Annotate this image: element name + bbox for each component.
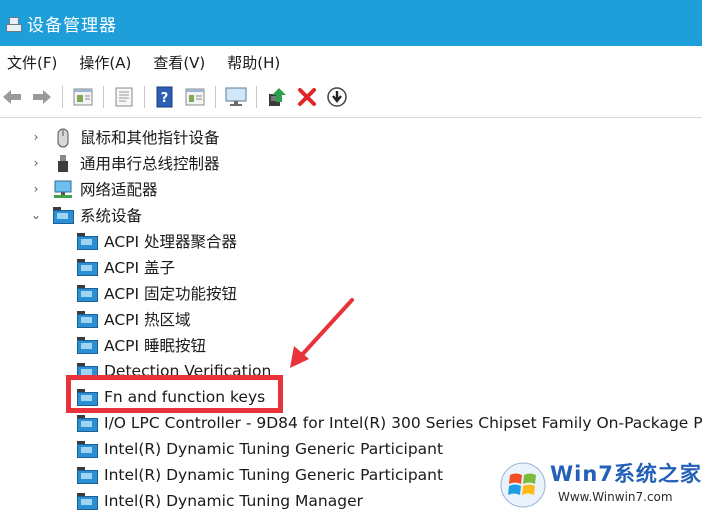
tree-item-label: Intel(R) Dynamic Tuning Generic Particip…	[104, 466, 444, 484]
uninstall-icon[interactable]	[295, 85, 319, 109]
watermark-url: Www.Winwin7.com	[558, 490, 673, 504]
menu-view[interactable]: 查看(V)	[146, 52, 212, 73]
menu-help[interactable]: 帮助(H)	[220, 52, 287, 73]
tree-category-system-devices[interactable]: ⌄ 系统设备	[30, 202, 142, 228]
tree-category-network[interactable]: › 网络适配器	[30, 176, 158, 202]
system-device-icon	[76, 258, 98, 276]
tree-item[interactable]: ACPI 睡眠按钮	[76, 332, 206, 358]
highlight-box	[66, 375, 283, 413]
system-device-icon	[76, 414, 98, 432]
menu-bar: 文件(F) 操作(A) 查看(V) 帮助(H)	[0, 46, 702, 78]
system-device-icon	[76, 492, 98, 510]
properties-icon[interactable]	[71, 85, 95, 109]
tree-category-label: 网络适配器	[80, 181, 158, 199]
toolbar-separator	[103, 86, 104, 108]
tree-item-label: Intel(R) Dynamic Tuning Generic Particip…	[104, 440, 444, 458]
network-adapter-icon	[52, 180, 74, 198]
toolbar-divider	[0, 117, 702, 118]
chevron-right-icon[interactable]: ›	[30, 130, 42, 144]
chevron-down-icon[interactable]: ⌄	[30, 208, 42, 222]
menu-file[interactable]: 文件(F)	[0, 52, 64, 73]
toolbar-separator	[144, 86, 145, 108]
tree-category-label: 通用串行总线控制器	[80, 155, 220, 173]
system-device-icon	[76, 284, 98, 302]
disable-icon[interactable]	[325, 85, 349, 109]
forward-icon[interactable]	[30, 85, 54, 109]
monitor-icon[interactable]	[224, 85, 248, 109]
tree-category-mouse[interactable]: › 鼠标和其他指针设备	[30, 124, 220, 150]
view-icon[interactable]	[183, 85, 207, 109]
tree-item-label: ACPI 睡眠按钮	[104, 337, 206, 355]
tree-item[interactable]: I/O LPC Controller - 9D84 for Intel(R) 3…	[76, 410, 702, 436]
windows-logo-icon	[500, 462, 546, 508]
tree-item[interactable]: Intel(R) Dynamic Tuning Generic Particip…	[76, 436, 443, 462]
usb-icon	[52, 154, 74, 172]
tree-item[interactable]: Intel(R) Dynamic Tuning Manager	[76, 488, 363, 514]
tree-item[interactable]: ACPI 盖子	[76, 254, 175, 280]
tree-category-label: 鼠标和其他指针设备	[80, 129, 220, 147]
system-device-icon	[52, 206, 74, 224]
svg-text:?: ?	[161, 91, 169, 106]
toolbar-separator	[215, 86, 216, 108]
menu-action[interactable]: 操作(A)	[72, 52, 138, 73]
tree-item-label: ACPI 处理器聚合器	[104, 233, 237, 251]
driver-icon[interactable]	[112, 85, 136, 109]
mouse-icon	[52, 128, 74, 148]
back-icon[interactable]	[0, 85, 24, 109]
tree-item-label: ACPI 热区域	[104, 311, 191, 329]
system-device-icon	[76, 466, 98, 484]
watermark-title: Win7系统之家	[550, 462, 702, 486]
tree-category-label: 系统设备	[80, 207, 143, 225]
system-device-icon	[76, 336, 98, 354]
chevron-right-icon[interactable]: ›	[30, 182, 42, 196]
tree-item[interactable]: ACPI 处理器聚合器	[76, 228, 237, 254]
tree-item[interactable]: ACPI 热区域	[76, 306, 191, 332]
system-device-icon	[76, 232, 98, 250]
update-driver-icon[interactable]	[265, 85, 289, 109]
title-bar: 设备管理器	[0, 0, 702, 46]
chevron-right-icon[interactable]: ›	[30, 156, 42, 170]
tree-item-label: I/O LPC Controller - 9D84 for Intel(R) 3…	[104, 414, 702, 432]
tree-item-label: ACPI 盖子	[104, 259, 175, 277]
toolbar-separator	[256, 86, 257, 108]
toolbar-separator	[62, 86, 63, 108]
toolbar: ?	[0, 80, 702, 114]
help-icon[interactable]: ?	[153, 85, 177, 109]
watermark: Win7系统之家 Www.Winwin7.com	[498, 456, 702, 512]
tree-item[interactable]: ACPI 固定功能按钮	[76, 280, 237, 306]
system-device-icon	[76, 310, 98, 328]
tree-item[interactable]: Intel(R) Dynamic Tuning Generic Particip…	[76, 462, 443, 488]
device-manager-icon	[5, 15, 22, 32]
window-title: 设备管理器	[27, 15, 117, 36]
system-device-icon	[76, 440, 98, 458]
tree-item-label: ACPI 固定功能按钮	[104, 285, 237, 303]
tree-item-label: Intel(R) Dynamic Tuning Manager	[104, 492, 363, 510]
tree-category-usb[interactable]: › 通用串行总线控制器	[30, 150, 220, 176]
